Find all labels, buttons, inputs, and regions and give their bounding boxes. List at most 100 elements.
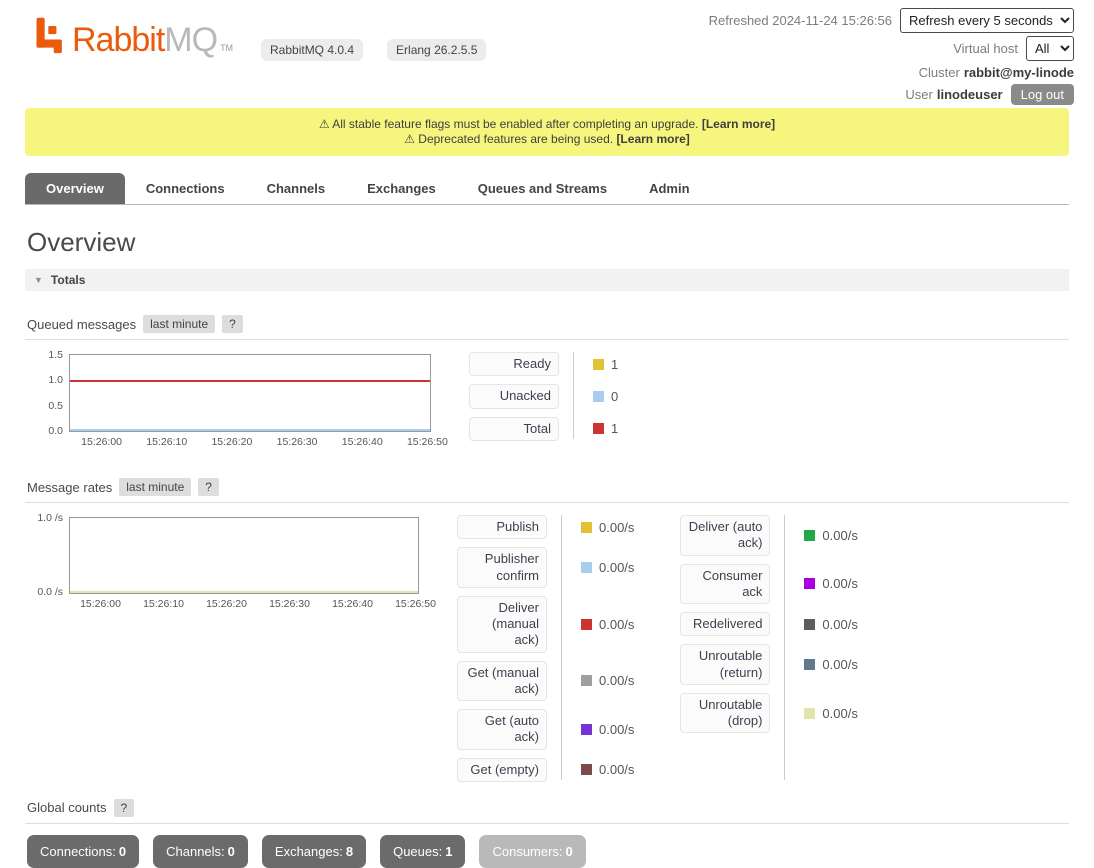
consumers-count-label: Consumers: (492, 844, 562, 859)
legend-row-deliver-manual: Deliver (manual ack) 0.00/s (457, 596, 634, 653)
y-tick: 1.0 /s (37, 512, 63, 524)
total-swatch-icon (593, 423, 604, 434)
virtual-host-select[interactable]: All (1026, 36, 1074, 61)
user-label: User (905, 87, 932, 102)
publish-swatch-icon (581, 522, 592, 533)
tab-exchanges[interactable]: Exchanges (346, 173, 457, 204)
tab-overview[interactable]: Overview (25, 173, 125, 204)
unacked-series-line (70, 429, 430, 431)
banner-line-feature-flags: ⚠ All stable feature flags must be enabl… (35, 117, 1059, 132)
x-tick: 15:26:40 (342, 436, 383, 448)
queued-range-badge[interactable]: last minute (143, 315, 215, 333)
redelivered-legend-button[interactable]: Redelivered (680, 612, 770, 636)
deprecated-warning-text: ⚠ Deprecated features are being used. (404, 132, 613, 146)
queued-help-badge[interactable]: ? (222, 315, 243, 333)
main-nav-tabs: Overview Connections Channels Exchanges … (25, 173, 1069, 205)
unroutable-drop-swatch-icon (804, 708, 815, 719)
x-tick: 15:26:00 (80, 598, 121, 610)
rates-legend-right: Deliver (auto ack) 0.00/s Consumer ack 0… (680, 515, 861, 782)
feature-flags-warning-text: ⚠ All stable feature flags must be enabl… (319, 117, 699, 131)
rates-legends: Publish 0.00/s Publisher confirm 0.00/s … (457, 515, 862, 782)
totals-section-toggle[interactable]: ▼ Totals (25, 269, 1069, 291)
y-tick: 0.0 (48, 425, 63, 437)
tab-queues-and-streams[interactable]: Queues and Streams (457, 173, 628, 204)
legend-divider (784, 515, 785, 780)
unacked-legend-button[interactable]: Unacked (469, 384, 559, 408)
connections-count-value: 0 (119, 844, 126, 859)
channels-count-badge: Channels:0 (153, 835, 248, 868)
get-auto-ack-rate-value: 0.00/s (599, 722, 634, 737)
legend-row-get-auto: Get (auto ack) 0.00/s (457, 709, 634, 750)
consumers-count-value: 0 (566, 844, 573, 859)
total-series-line (70, 380, 430, 382)
unroutable-drop-legend-button[interactable]: Unroutable (drop) (680, 693, 770, 734)
message-rates-chart: 1.0 /s 0.0 /s 15:26:00 15:26:10 15:26:20… (25, 517, 419, 610)
legend-row-get-manual: Get (manual ack) 0.00/s (457, 661, 634, 702)
queued-legend: Ready 1 Unacked 0 Total 1 (469, 352, 622, 441)
queued-messages-chart-row: 1.5 1.0 0.5 0.0 15:26:00 15:26:10 15:26:… (25, 354, 1069, 448)
x-tick: 15:26:40 (332, 598, 373, 610)
total-legend-button[interactable]: Total (469, 417, 559, 441)
queued-messages-header: Queued messages last minute ? (25, 315, 1069, 340)
tab-admin[interactable]: Admin (628, 173, 710, 204)
x-tick: 15:26:30 (277, 436, 318, 448)
deliver-auto-ack-legend-button[interactable]: Deliver (auto ack) (680, 515, 770, 556)
queued-messages-title: Queued messages (27, 317, 136, 332)
deliver-auto-ack-swatch-icon (804, 530, 815, 541)
total-value: 1 (611, 421, 618, 436)
legend-row-unacked: Unacked 0 (469, 384, 618, 408)
publisher-confirm-legend-button[interactable]: Publisher confirm (457, 547, 547, 588)
rates-range-badge[interactable]: last minute (119, 478, 191, 496)
x-tick: 15:26:00 (81, 436, 122, 448)
logout-button[interactable]: Log out (1011, 84, 1074, 105)
consumer-ack-legend-button[interactable]: Consumer ack (680, 564, 770, 605)
header: Rabbit MQ TM RabbitMQ 4.0.4 Erlang 26.2.… (0, 0, 1094, 108)
get-empty-legend-button[interactable]: Get (empty) (457, 758, 547, 782)
tab-connections[interactable]: Connections (125, 173, 246, 204)
legend-divider (573, 352, 574, 439)
global-counts-help-badge[interactable]: ? (114, 799, 135, 817)
legend-row-deliver-auto: Deliver (auto ack) 0.00/s (680, 515, 857, 556)
get-auto-ack-legend-button[interactable]: Get (auto ack) (457, 709, 547, 750)
x-tick: 15:26:30 (269, 598, 310, 610)
unacked-swatch-icon (593, 391, 604, 402)
collapse-triangle-icon: ▼ (34, 275, 43, 285)
queued-plot-area (69, 354, 431, 432)
legend-row-redelivered: Redelivered 0.00/s (680, 612, 857, 636)
get-manual-ack-legend-button[interactable]: Get (manual ack) (457, 661, 547, 702)
legend-row-publish: Publish 0.00/s (457, 515, 634, 539)
x-tick: 15:26:20 (211, 436, 252, 448)
refreshed-timestamp: Refreshed 2024-11-24 15:26:56 (709, 13, 892, 28)
deprecated-learn-more-link[interactable]: [Learn more] (616, 132, 689, 146)
deliver-manual-ack-legend-button[interactable]: Deliver (manual ack) (457, 596, 547, 653)
message-rates-header: Message rates last minute ? (25, 478, 1069, 503)
user-name: linodeuser (937, 87, 1003, 102)
feature-flags-learn-more-link[interactable]: [Learn more] (702, 117, 775, 131)
y-tick: 0.5 (48, 400, 63, 412)
channels-count-label: Channels: (166, 844, 225, 859)
queued-messages-chart: 1.5 1.0 0.5 0.0 15:26:00 15:26:10 15:26:… (25, 354, 431, 448)
get-empty-rate-value: 0.00/s (599, 762, 634, 777)
zero-rate-series-line (70, 591, 418, 593)
legend-row-consumer-ack: Consumer ack 0.00/s (680, 564, 857, 605)
logo-text-mq: MQ (164, 23, 217, 57)
legend-row-unroutable-drop: Unroutable (drop) 0.00/s (680, 693, 857, 734)
rates-help-badge[interactable]: ? (198, 478, 219, 496)
deliver-auto-ack-rate-value: 0.00/s (822, 528, 857, 543)
tab-channels[interactable]: Channels (246, 173, 347, 204)
publisher-confirm-swatch-icon (581, 562, 592, 573)
consumers-count-badge: Consumers: 0 (479, 835, 585, 868)
erlang-version-badge: Erlang 26.2.5.5 (387, 39, 486, 61)
ready-legend-button[interactable]: Ready (469, 352, 559, 376)
x-tick: 15:26:10 (146, 436, 187, 448)
rabbitmq-logo[interactable]: Rabbit MQ TM (36, 16, 233, 57)
consumer-ack-swatch-icon (804, 578, 815, 589)
legend-row-get-empty: Get (empty) 0.00/s (457, 758, 634, 782)
logo-trademark: TM (220, 43, 233, 53)
get-manual-ack-swatch-icon (581, 675, 592, 686)
refresh-interval-select[interactable]: Refresh every 5 seconds (900, 8, 1074, 33)
unroutable-return-legend-button[interactable]: Unroutable (return) (680, 644, 770, 685)
rates-x-axis: 15:26:00 15:26:10 15:26:20 15:26:30 15:2… (69, 594, 419, 610)
publish-legend-button[interactable]: Publish (457, 515, 547, 539)
x-tick: 15:26:20 (206, 598, 247, 610)
